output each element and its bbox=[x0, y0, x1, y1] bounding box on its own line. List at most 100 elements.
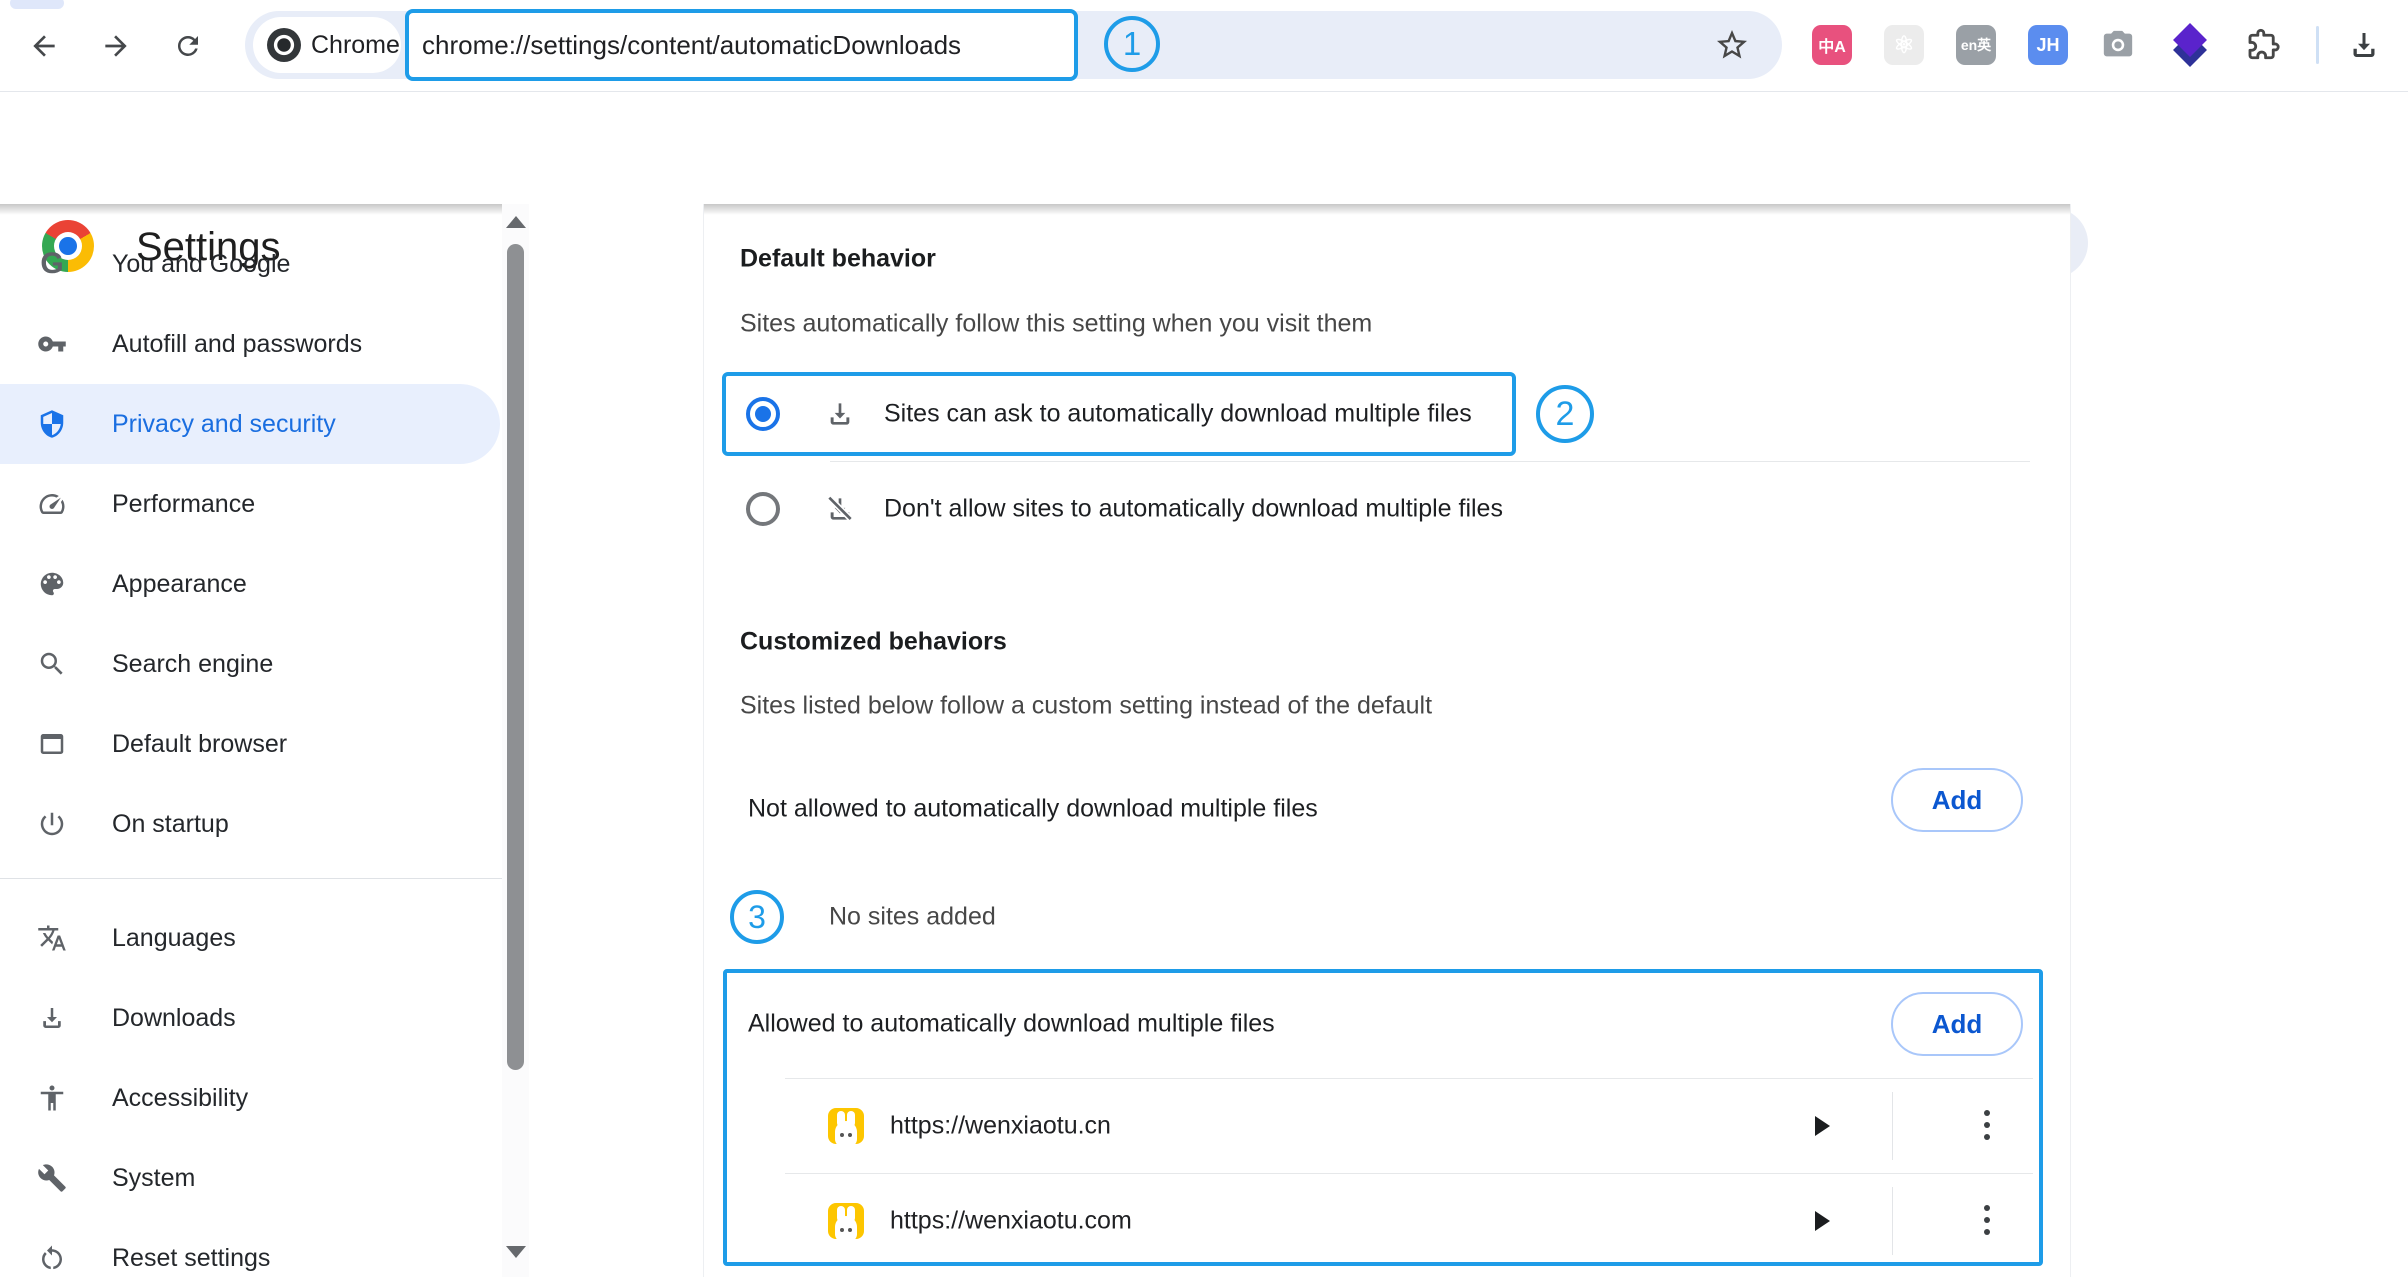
radio-dont-allow[interactable] bbox=[746, 492, 780, 526]
chrome-chip-label: Chrome bbox=[311, 31, 400, 60]
reload-icon bbox=[173, 31, 203, 61]
expand-arrow-icon[interactable] bbox=[1815, 1116, 1830, 1136]
sidebar-item-appearance[interactable]: Appearance bbox=[0, 544, 500, 624]
sidebar-item-accessibility[interactable]: Accessibility bbox=[0, 1058, 500, 1138]
translate-extension-icon[interactable]: 中A bbox=[1812, 25, 1852, 65]
sidebar-item-performance[interactable]: Performance bbox=[0, 464, 500, 544]
url-input[interactable]: chrome://settings/content/automaticDownl… bbox=[405, 9, 1078, 81]
diamond-extension-icon[interactable] bbox=[2170, 25, 2210, 65]
sidebar-item-label: Performance bbox=[112, 490, 255, 519]
options-divider bbox=[830, 461, 2030, 462]
toolbar-separator bbox=[2316, 26, 2319, 64]
no-sites-added-text: No sites added bbox=[829, 903, 996, 932]
more-actions-button[interactable] bbox=[1979, 1110, 1995, 1140]
search-icon bbox=[36, 648, 68, 680]
annotation-circle-2: 2 bbox=[1536, 385, 1594, 443]
row-separator bbox=[1892, 1187, 1893, 1255]
sidebar-item-label: System bbox=[112, 1164, 195, 1193]
settings-header: Settings Search settings bbox=[0, 92, 2408, 204]
diamond-stack-icon bbox=[2170, 25, 2210, 65]
extension-glyph: ⚛ bbox=[1893, 31, 1915, 60]
sidebar-item-label: Appearance bbox=[112, 570, 247, 599]
forward-button[interactable] bbox=[90, 20, 142, 72]
more-actions-button[interactable] bbox=[1979, 1205, 1995, 1235]
sidebar-scroll-shadow bbox=[0, 204, 505, 215]
sidebar-item-label: Reset settings bbox=[112, 1244, 270, 1273]
add-not-allowed-button[interactable]: Add bbox=[1891, 768, 2023, 832]
reload-button[interactable] bbox=[162, 20, 214, 72]
sidebar-item-label: Privacy and security bbox=[112, 410, 336, 439]
scrollbar-down-arrow[interactable] bbox=[506, 1246, 526, 1258]
expand-arrow-icon[interactable] bbox=[1815, 1211, 1830, 1231]
content-scroll-shadow bbox=[704, 204, 2070, 215]
customized-behaviors-description: Sites listed below follow a custom setti… bbox=[740, 692, 1432, 721]
sidebar-item-on-startup[interactable]: On startup bbox=[0, 784, 500, 864]
en-translate-extension-icon[interactable]: en英 bbox=[1956, 25, 1996, 65]
bookmark-button[interactable] bbox=[1706, 19, 1758, 71]
back-icon bbox=[28, 30, 60, 62]
download-icon bbox=[824, 398, 856, 430]
sidebar-item-label: Languages bbox=[112, 924, 236, 953]
extensions-puzzle-icon bbox=[2244, 27, 2280, 63]
sidebar-item-languages[interactable]: Languages bbox=[0, 898, 500, 978]
chrome-mono-logo-icon bbox=[267, 28, 301, 62]
sidebar-item-system[interactable]: System bbox=[0, 1138, 500, 1218]
radio-sites-can-ask[interactable] bbox=[746, 397, 780, 431]
sidebar-item-search-engine[interactable]: Search engine bbox=[0, 624, 500, 704]
sidebar-item-default-browser[interactable]: Default browser bbox=[0, 704, 500, 784]
extension-glyph: en英 bbox=[1961, 35, 1991, 55]
download-off-icon bbox=[824, 493, 856, 525]
add-button-label: Add bbox=[1932, 1009, 1983, 1040]
annotation-number: 1 bbox=[1123, 25, 1141, 63]
sidebar-item-privacy-security[interactable]: Privacy and security bbox=[0, 384, 500, 464]
sidebar-item-autofill[interactable]: Autofill and passwords bbox=[0, 304, 500, 384]
not-allowed-label: Not allowed to automatically download mu… bbox=[748, 795, 1318, 824]
shield-icon bbox=[36, 408, 68, 440]
reset-icon bbox=[36, 1242, 68, 1274]
back-button[interactable] bbox=[18, 20, 70, 72]
sidebar-item-label: You and Google bbox=[112, 250, 290, 279]
power-icon bbox=[36, 808, 68, 840]
extension-glyph: JH bbox=[2036, 35, 2059, 56]
allowed-label: Allowed to automatically download multip… bbox=[748, 1010, 1275, 1039]
bookmark-star-icon bbox=[1714, 27, 1750, 63]
sidebar-item-reset-settings[interactable]: Reset settings bbox=[0, 1218, 500, 1277]
sidebar-item-label: Autofill and passwords bbox=[112, 330, 362, 359]
site-favicon-rabbit-icon bbox=[828, 1108, 864, 1144]
site-url: https://wenxiaotu.com bbox=[890, 1207, 1132, 1236]
site-row-divider bbox=[785, 1173, 2033, 1174]
annotation-circle-3: 3 bbox=[730, 890, 784, 944]
sidebar-scrollbar-thumb[interactable] bbox=[507, 244, 524, 1070]
option-dont-allow-label[interactable]: Don't allow sites to automatically downl… bbox=[884, 495, 1503, 524]
extensions-button[interactable] bbox=[2242, 25, 2282, 65]
sidebar-divider bbox=[0, 878, 505, 879]
downloads-button[interactable] bbox=[2344, 25, 2384, 65]
jh-extension-icon[interactable]: JH bbox=[2028, 25, 2068, 65]
tab-strip-remnant bbox=[10, 0, 64, 9]
add-allowed-button[interactable]: Add bbox=[1891, 992, 2023, 1056]
sidebar-item-downloads[interactable]: Downloads bbox=[0, 978, 500, 1058]
camera-extension-icon[interactable] bbox=[2098, 25, 2138, 65]
react-extension-icon[interactable]: ⚛ bbox=[1884, 25, 1924, 65]
wrench-icon bbox=[36, 1162, 68, 1194]
sidebar-item-label: Default browser bbox=[112, 730, 287, 759]
translate-icon bbox=[36, 922, 68, 954]
extension-glyph: 中A bbox=[1818, 33, 1846, 57]
sidebar-item-label: Search engine bbox=[112, 650, 273, 679]
scrollbar-up-arrow[interactable] bbox=[506, 216, 526, 228]
key-icon bbox=[36, 328, 68, 360]
sidebar-item-you-and-google[interactable]: G You and Google bbox=[0, 224, 500, 304]
accessibility-icon bbox=[36, 1082, 68, 1114]
browser-window: Chrome chrome://settings/content/automat… bbox=[0, 0, 2408, 1277]
sidebar-item-label: Downloads bbox=[112, 1004, 236, 1033]
site-favicon-rabbit-icon bbox=[828, 1203, 864, 1239]
site-row-divider bbox=[785, 1078, 2033, 1079]
default-behavior-heading: Default behavior bbox=[740, 245, 936, 274]
palette-icon bbox=[36, 568, 68, 600]
option-sites-can-ask-label[interactable]: Sites can ask to automatically download … bbox=[884, 400, 1472, 429]
customized-behaviors-heading: Customized behaviors bbox=[740, 628, 1007, 657]
speedometer-icon bbox=[36, 488, 68, 520]
camera-icon bbox=[2101, 28, 2135, 62]
chrome-site-chip[interactable]: Chrome bbox=[253, 17, 401, 73]
download-icon bbox=[36, 1002, 68, 1034]
